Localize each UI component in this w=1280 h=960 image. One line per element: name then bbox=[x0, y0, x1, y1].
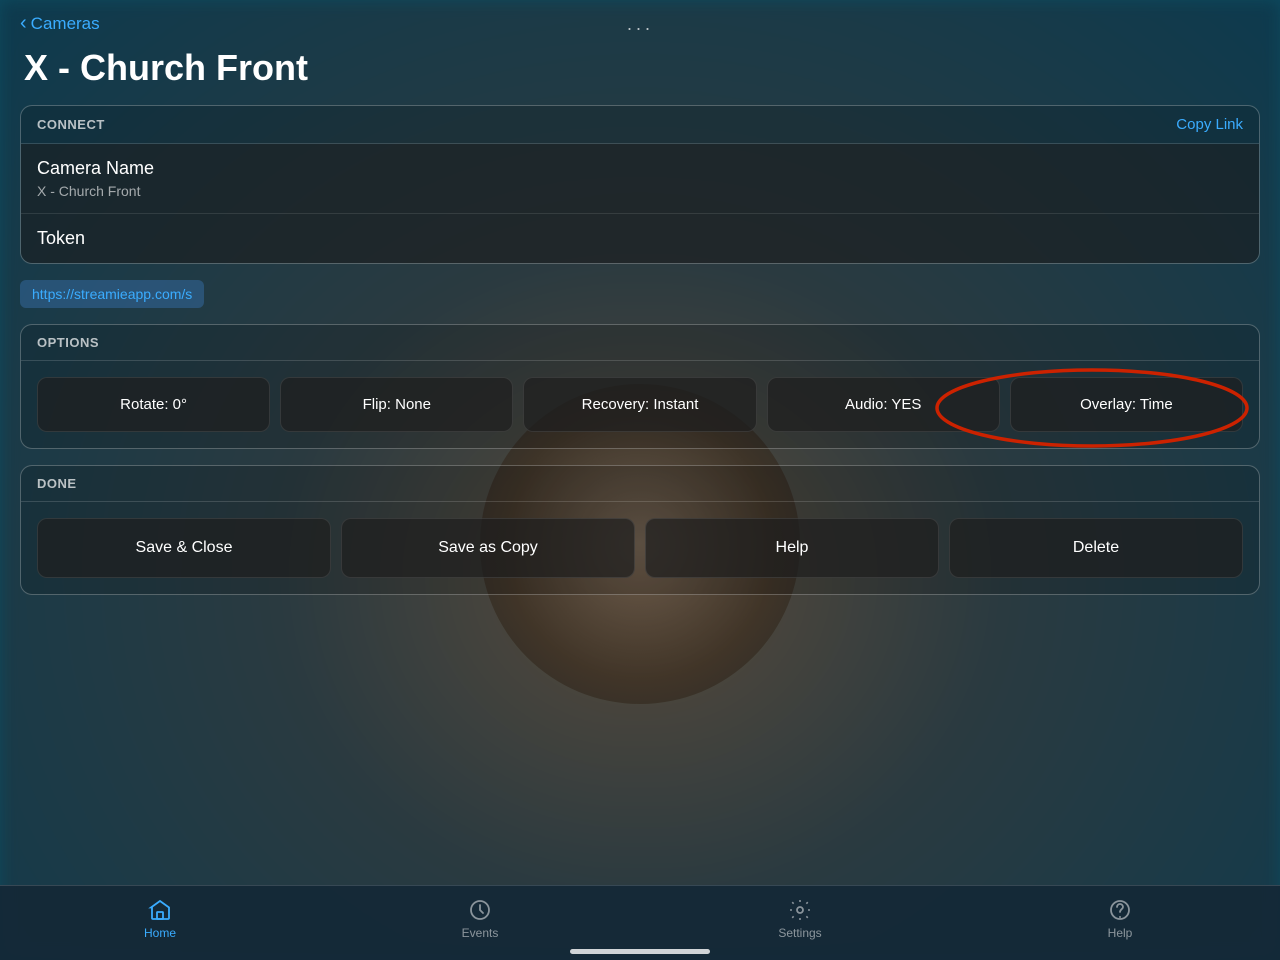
more-options-icon[interactable]: ··· bbox=[627, 18, 654, 39]
delete-button[interactable]: Delete bbox=[949, 518, 1243, 578]
recovery-button[interactable]: Recovery: Instant bbox=[523, 377, 756, 432]
camera-name-value: X - Church Front bbox=[37, 183, 1243, 199]
done-section-header: DONE bbox=[21, 466, 1259, 502]
help-button[interactable]: Help bbox=[645, 518, 939, 578]
top-bar: ‹ Cameras ··· bbox=[0, 0, 1280, 39]
back-label: Cameras bbox=[31, 14, 100, 34]
flip-button[interactable]: Flip: None bbox=[280, 377, 513, 432]
options-grid: Rotate: 0° Flip: None Recovery: Instant … bbox=[21, 361, 1259, 448]
options-section-header: OPTIONS bbox=[21, 325, 1259, 361]
camera-name-field[interactable]: Camera Name X - Church Front bbox=[21, 144, 1259, 214]
rotate-button[interactable]: Rotate: 0° bbox=[37, 377, 270, 432]
done-section: DONE Save & Close Save as Copy Help Dele… bbox=[20, 465, 1260, 595]
done-label: DONE bbox=[37, 476, 77, 491]
copy-link-button[interactable]: Copy Link bbox=[1176, 116, 1243, 133]
overlay-button[interactable]: Overlay: Time bbox=[1010, 377, 1243, 432]
token-field[interactable]: Token bbox=[21, 214, 1259, 263]
audio-button[interactable]: Audio: YES bbox=[767, 377, 1000, 432]
token-label: Token bbox=[37, 228, 1243, 249]
chevron-left-icon: ‹ bbox=[20, 12, 27, 35]
done-buttons: Save & Close Save as Copy Help Delete bbox=[21, 502, 1259, 594]
connect-section: CONNECT Copy Link Camera Name X - Church… bbox=[20, 105, 1260, 264]
connect-label: CONNECT bbox=[37, 117, 105, 132]
options-section: OPTIONS Rotate: 0° Flip: None Recovery: … bbox=[20, 324, 1260, 449]
options-label: OPTIONS bbox=[37, 335, 99, 350]
url-text: https://streamieapp.com/s bbox=[20, 280, 204, 308]
connect-section-header: CONNECT Copy Link bbox=[21, 106, 1259, 144]
url-bar: https://streamieapp.com/s bbox=[20, 280, 1260, 308]
page-title: X - Church Front bbox=[0, 39, 1280, 105]
camera-name-label: Camera Name bbox=[37, 158, 1243, 179]
back-button[interactable]: ‹ Cameras bbox=[20, 12, 100, 35]
save-close-button[interactable]: Save & Close bbox=[37, 518, 331, 578]
save-copy-button[interactable]: Save as Copy bbox=[341, 518, 635, 578]
